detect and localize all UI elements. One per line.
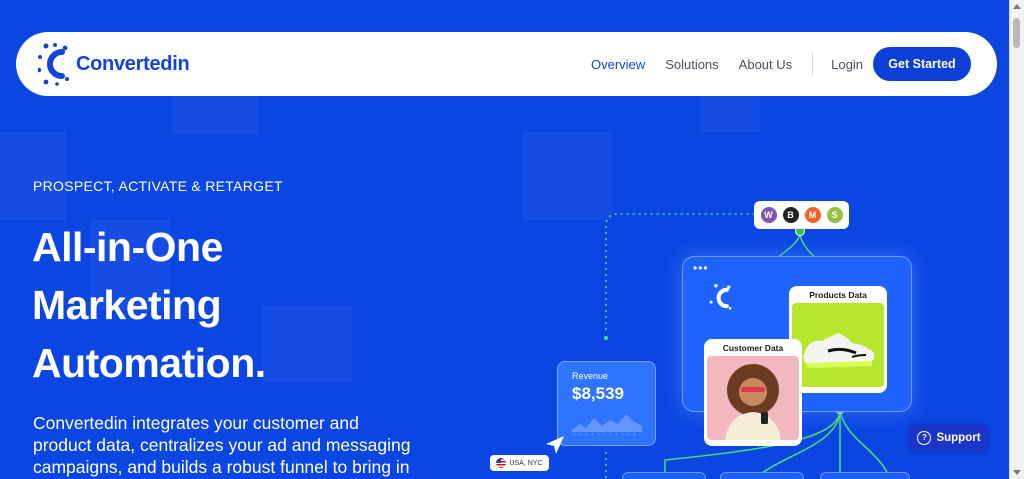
revenue-sparkline [572,414,642,435]
panel-menu-dots-icon: ••• [693,261,709,275]
scroll-down-icon[interactable] [1013,470,1021,475]
scroll-up-icon[interactable] [1013,4,1021,9]
help-icon: ? [917,430,932,445]
shopify-icon: S [826,207,843,223]
revenue-value: $8,539 [572,384,624,403]
integrations-card: W B M S [754,201,849,229]
customer-data-title: Customer Data [722,343,784,353]
magento-icon: M [804,207,821,223]
customer-photo [707,356,799,440]
revenue-card: Revenue $8,539 [557,361,656,446]
support-label: Support [936,431,981,444]
convertedin-mark-icon [709,284,732,310]
sneaker-icon [803,333,875,368]
scroll-thumb[interactable] [1013,18,1020,48]
location-tag: USA, NYC [490,455,549,471]
products-data-card: Products Data [789,286,887,393]
us-flag-icon [496,458,507,468]
sneaker-image [792,303,884,387]
location-label: USA, NYC [509,459,543,467]
person-avatar-icon [725,364,781,440]
cursor-arrow-icon [546,436,564,454]
vertical-scrollbar[interactable] [1009,0,1024,479]
bigcommerce-icon: B [782,207,799,223]
products-data-title: Products Data [809,290,867,300]
bottom-card [820,472,910,479]
bottom-card [622,472,706,479]
woocommerce-icon: W [760,207,777,223]
revenue-label: Revenue [572,371,609,381]
page: Convertedin Overview Solutions About Us … [0,0,1010,479]
customer-data-card: Customer Data [704,339,802,446]
bottom-card [720,472,804,479]
support-button[interactable]: ? Support [909,424,989,451]
